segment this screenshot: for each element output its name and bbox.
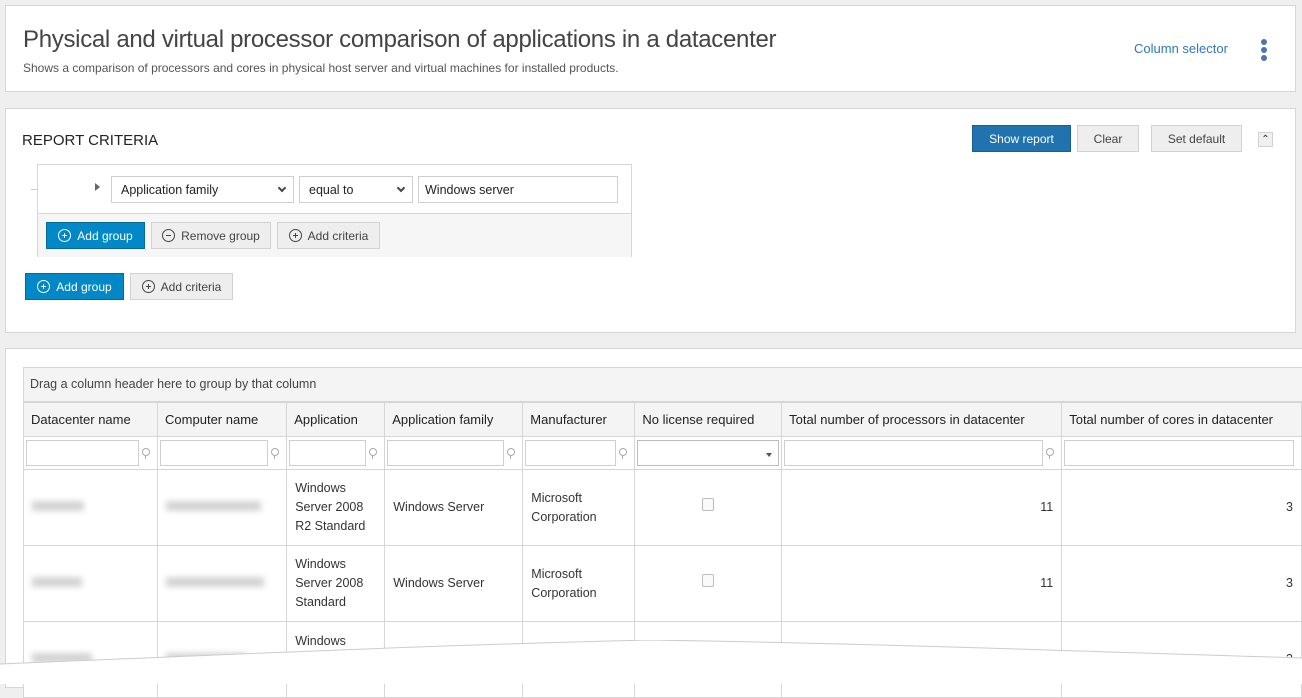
criteria-row: Application family equal to Windows serv… [38,165,631,213]
report-criteria-panel: REPORT CRITERIA Show report Clear Set de… [5,108,1296,333]
cell-application-family: Windows Server [384,469,524,546]
column-header-datacenter-name[interactable]: Datacenter name [22,402,159,437]
filter-pin-icon[interactable] [270,447,280,459]
filter-input-datacenter[interactable] [26,440,139,466]
column-header-total-processors[interactable]: Total number of processors in datacenter [781,402,1063,437]
column-header-no-license-required[interactable]: No license required [634,402,783,437]
double-chevron-up-icon[interactable]: ⌃ [1258,132,1273,147]
cell-computer [157,469,288,546]
cell-cores: 3 [1061,469,1302,546]
chevron-down-icon [277,183,287,193]
cell-processors: 11 [781,469,1063,546]
cell-datacenter [22,469,159,546]
results-grid-panel: Drag a column header here to group by th… [5,348,1302,698]
plus-circle-icon [37,280,51,293]
group-actions: Add group Remove group Add criteria [38,213,631,257]
cell-processors: 11 [781,545,1063,622]
criteria-value-input[interactable]: Windows server [418,176,618,203]
filter-cell [634,436,783,470]
filter-cell [157,436,288,470]
operator-select-value: equal to [309,183,354,197]
filter-row [22,436,1302,470]
cell-no-license [634,469,783,546]
table-row[interactable]: Windows Server 2008 R2 Standard Windows … [22,469,1302,546]
filter-cell [384,436,524,470]
redacted-text [32,577,82,587]
cell-manufacturer: Microsoft Corporation [522,545,636,622]
group-by-drop-zone[interactable]: Drag a column header here to group by th… [23,367,1302,402]
clear-button[interactable]: Clear [1077,125,1139,152]
filter-pin-icon[interactable] [506,447,516,459]
expand-arrow-icon[interactable] [95,183,100,191]
field-select[interactable]: Application family [111,176,294,203]
filter-input-processors[interactable] [784,440,1044,466]
filter-cell [286,436,386,470]
minus-circle-icon [162,229,176,242]
column-header-application-family[interactable]: Application family [384,402,524,437]
chevron-down-icon [396,183,406,193]
filter-cell [781,436,1063,470]
filter-cell [22,436,159,470]
filter-pin-icon[interactable] [1045,447,1055,459]
redacted-text [166,577,265,587]
report-header: Physical and virtual processor compariso… [5,5,1296,92]
outer-add-group-button[interactable]: Add group [25,273,124,300]
page-subtitle: Shows a comparison of processors and cor… [23,61,619,75]
kebab-dot [1261,39,1267,45]
cell-manufacturer: Microsoft Corporation [522,469,636,546]
cell-application: Windows Server 2008 Standard [286,545,386,622]
criteria-title: REPORT CRITERIA [22,132,159,149]
torn-edge-decoration [0,640,1302,684]
column-header-computer-name[interactable]: Computer name [157,402,288,437]
operator-select[interactable]: equal to [299,176,413,203]
cell-no-license [634,545,783,622]
filter-pin-icon[interactable] [141,447,150,459]
header-row: Datacenter name Computer name Applicatio… [22,402,1302,437]
filter-input-manufacturer[interactable] [525,440,617,466]
more-options-kebab-icon[interactable] [1258,39,1270,63]
page-title: Physical and virtual processor compariso… [23,26,777,53]
column-header-application[interactable]: Application [286,402,386,437]
add-group-button[interactable]: Add group [46,222,145,249]
kebab-dot [1261,55,1267,61]
plus-circle-icon [141,280,155,293]
column-selector-link[interactable]: Column selector [1134,41,1228,56]
column-header-total-cores[interactable]: Total number of cores in datacenter [1061,402,1302,437]
show-report-button[interactable]: Show report [972,125,1071,152]
filter-pin-icon[interactable] [618,447,628,459]
no-license-checkbox[interactable] [702,574,715,587]
remove-group-label: Remove group [181,228,260,243]
filter-input-cores[interactable] [1064,440,1295,466]
filter-input-family[interactable] [387,440,505,466]
cell-application: Windows Server 2008 R2 Standard [286,469,386,546]
cell-application-family: Windows Server [384,545,524,622]
outer-add-criteria-button[interactable]: Add criteria [130,273,233,300]
criteria-group: Application family equal to Windows serv… [37,164,632,257]
add-criteria-label: Add criteria [160,279,222,294]
remove-group-button[interactable]: Remove group [151,222,271,249]
no-license-checkbox[interactable] [702,498,715,511]
plus-circle-icon [58,229,72,242]
field-select-value: Application family [121,183,219,197]
filter-pin-icon[interactable] [368,447,378,459]
add-group-label: Add group [77,228,133,243]
cell-datacenter [22,545,159,622]
filter-cell [522,436,636,470]
kebab-dot [1261,47,1267,53]
table-row[interactable]: Windows Server 2008 Standard Windows Ser… [22,545,1302,622]
filter-dropdown-no-license[interactable] [637,440,780,466]
plus-circle-icon [288,229,302,242]
add-group-label: Add group [56,279,112,294]
redacted-text [166,501,262,511]
add-criteria-button[interactable]: Add criteria [277,222,380,249]
add-criteria-label: Add criteria [307,228,369,243]
cell-cores: 3 [1061,545,1302,622]
cell-computer [157,545,288,622]
filter-input-application[interactable] [289,440,367,466]
filter-cell [1061,436,1302,470]
redacted-text [32,501,84,511]
set-default-button[interactable]: Set default [1151,125,1242,152]
filter-input-computer[interactable] [160,440,269,466]
column-header-manufacturer[interactable]: Manufacturer [522,402,636,437]
